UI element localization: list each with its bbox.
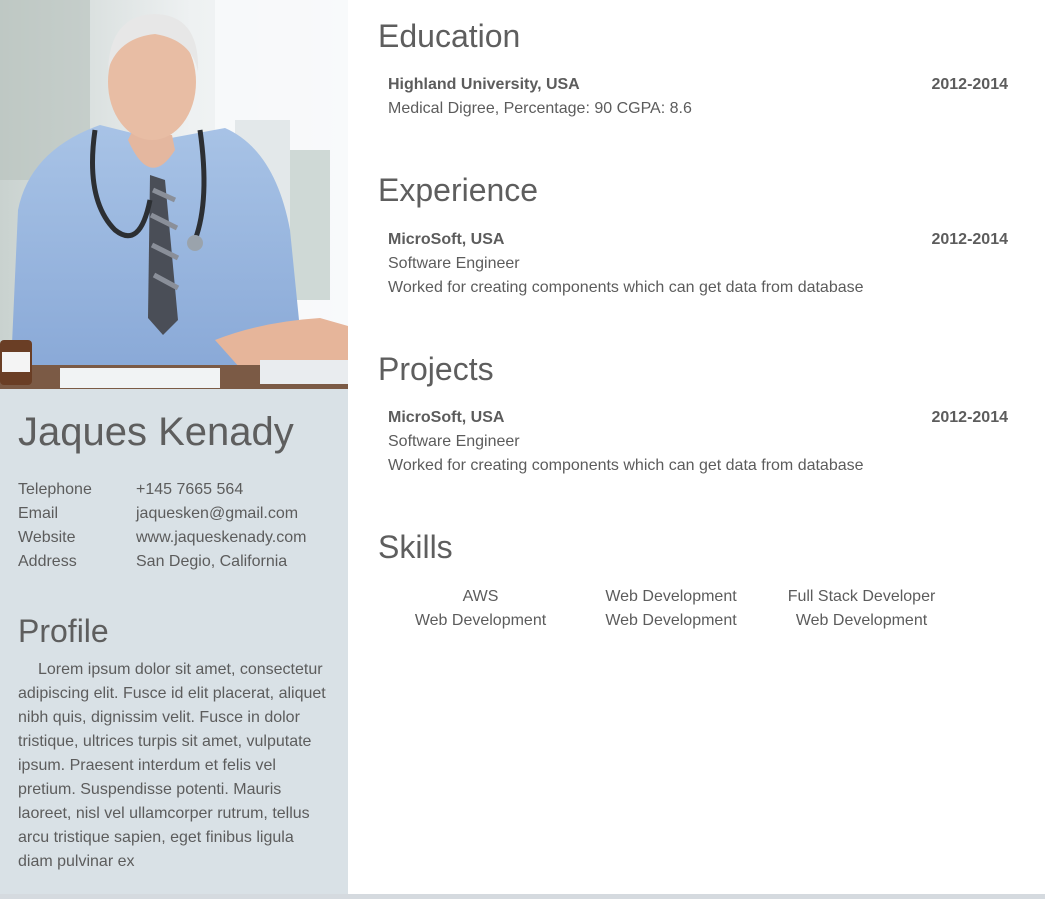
profile-photo: [0, 0, 348, 389]
telephone-value: +145 7665 564: [136, 481, 244, 498]
contact-label: Address: [18, 553, 77, 570]
projects-years: 2012-2014: [931, 409, 1008, 426]
contact-info: Telephone +145 7665 564 Email jaquesken@…: [18, 478, 338, 574]
skill-item: Web Development: [605, 612, 737, 629]
skill-item: Full Stack Developer: [787, 588, 936, 605]
experience-company: MicroSoft, USA: [388, 231, 505, 248]
experience-description: Worked for creating components which can…: [388, 279, 864, 296]
education-heading: Education: [378, 18, 521, 54]
skill-item: Web Development: [414, 612, 547, 629]
contact-label: Telephone: [18, 481, 92, 498]
email-value: jaquesken@gmail.com: [136, 505, 299, 522]
skill-item: Web Development: [795, 612, 928, 629]
skill-item: Web Development: [605, 588, 737, 605]
skills-grid: AWS Web Development Full Stack Developer…: [388, 585, 968, 633]
projects-entry: MicroSoft, USA 2012-2014 Software Engine…: [388, 406, 1008, 478]
website-value: www.jaqueskenady.com: [136, 529, 307, 546]
contact-row-website: Website www.jaqueskenady.com: [18, 526, 338, 550]
contact-row-telephone: Telephone +145 7665 564: [18, 478, 338, 502]
projects-company: MicroSoft, USA: [388, 409, 505, 426]
experience-entry: MicroSoft, USA 2012-2014 Software Engine…: [388, 228, 1008, 300]
education-years: 2012-2014: [931, 76, 1008, 93]
skill-item: AWS: [462, 588, 499, 605]
experience-heading: Experience: [378, 172, 539, 208]
projects-heading: Projects: [378, 351, 494, 387]
candidate-name: Jaques Kenady: [18, 410, 294, 454]
contact-row-address: Address San Degio, California: [18, 550, 338, 574]
experience-role: Software Engineer: [388, 255, 520, 272]
projects-description: Worked for creating components which can…: [388, 457, 864, 474]
contact-label: Website: [18, 529, 76, 546]
education-detail: Medical Digree, Percentage: 90 CGPA: 8.6: [388, 100, 692, 117]
main-content: Education Highland University, USA 2012-…: [378, 0, 1018, 894]
sidebar: Jaques Kenady Telephone +145 7665 564 Em…: [0, 0, 348, 894]
profile-heading: Profile: [18, 613, 109, 649]
skills-heading: Skills: [378, 529, 453, 565]
contact-label: Email: [18, 505, 59, 522]
experience-years: 2012-2014: [931, 231, 1008, 248]
address-value: San Degio, California: [136, 553, 288, 570]
education-institution: Highland University, USA: [388, 76, 580, 93]
education-entry: Highland University, USA 2012-2014 Medic…: [388, 73, 1008, 121]
projects-role: Software Engineer: [388, 433, 520, 450]
resume-page: Jaques Kenady Telephone +145 7665 564 Em…: [0, 0, 1045, 899]
contact-row-email: Email jaquesken@gmail.com: [18, 502, 338, 526]
profile-text: Lorem ipsum dolor sit amet, consectetur …: [18, 661, 326, 870]
